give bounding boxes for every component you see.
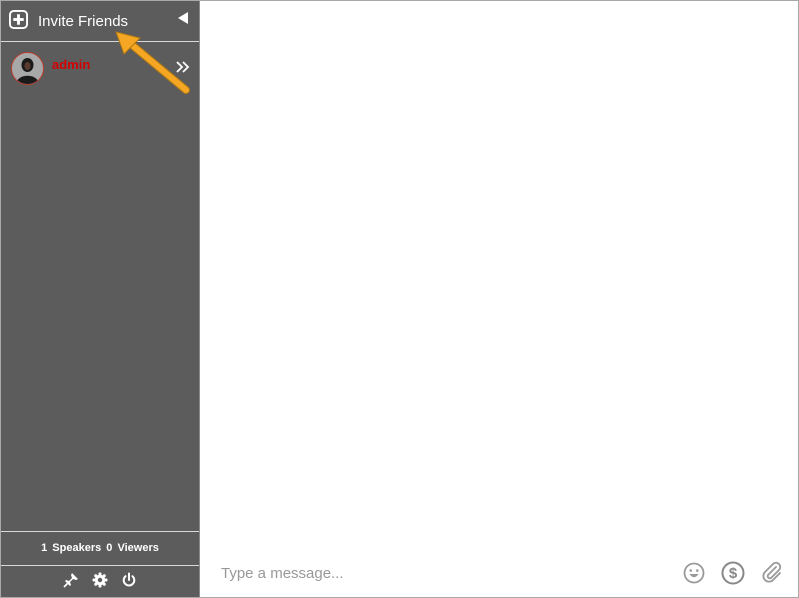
user-avatar-icon (12, 53, 43, 84)
speakers-label: Speakers (52, 542, 102, 554)
svg-text:$: $ (729, 565, 738, 582)
chat-window: Invite Friends admin 1 Speakers 0 Viewer… (0, 0, 799, 598)
avatar (11, 52, 44, 85)
pin-icon[interactable] (63, 572, 79, 588)
collapse-sidebar-icon[interactable] (176, 11, 190, 25)
username: admin (52, 57, 91, 72)
plus-icon (9, 10, 28, 29)
paperclip-icon[interactable] (760, 561, 784, 585)
sidebar: Invite Friends admin 1 Speakers 0 Viewer… (1, 1, 200, 597)
participant-counts: 1 Speakers 0 Viewers (1, 531, 199, 566)
emoji-icon[interactable] (682, 561, 706, 585)
viewers-label: Viewers (117, 542, 159, 554)
dollar-icon[interactable]: $ (721, 561, 745, 585)
power-icon[interactable] (121, 572, 137, 588)
invite-friends-label: Invite Friends (38, 13, 129, 30)
sidebar-toolbar (1, 566, 199, 597)
message-input[interactable] (211, 558, 681, 588)
gear-icon[interactable] (92, 572, 108, 588)
speakers-count: 1 (41, 542, 48, 554)
user-list-item[interactable]: admin (1, 42, 199, 92)
invite-friends-button[interactable]: Invite Friends (1, 1, 199, 42)
viewers-count: 0 (106, 542, 113, 554)
double-chevron-right-icon[interactable] (174, 60, 190, 74)
